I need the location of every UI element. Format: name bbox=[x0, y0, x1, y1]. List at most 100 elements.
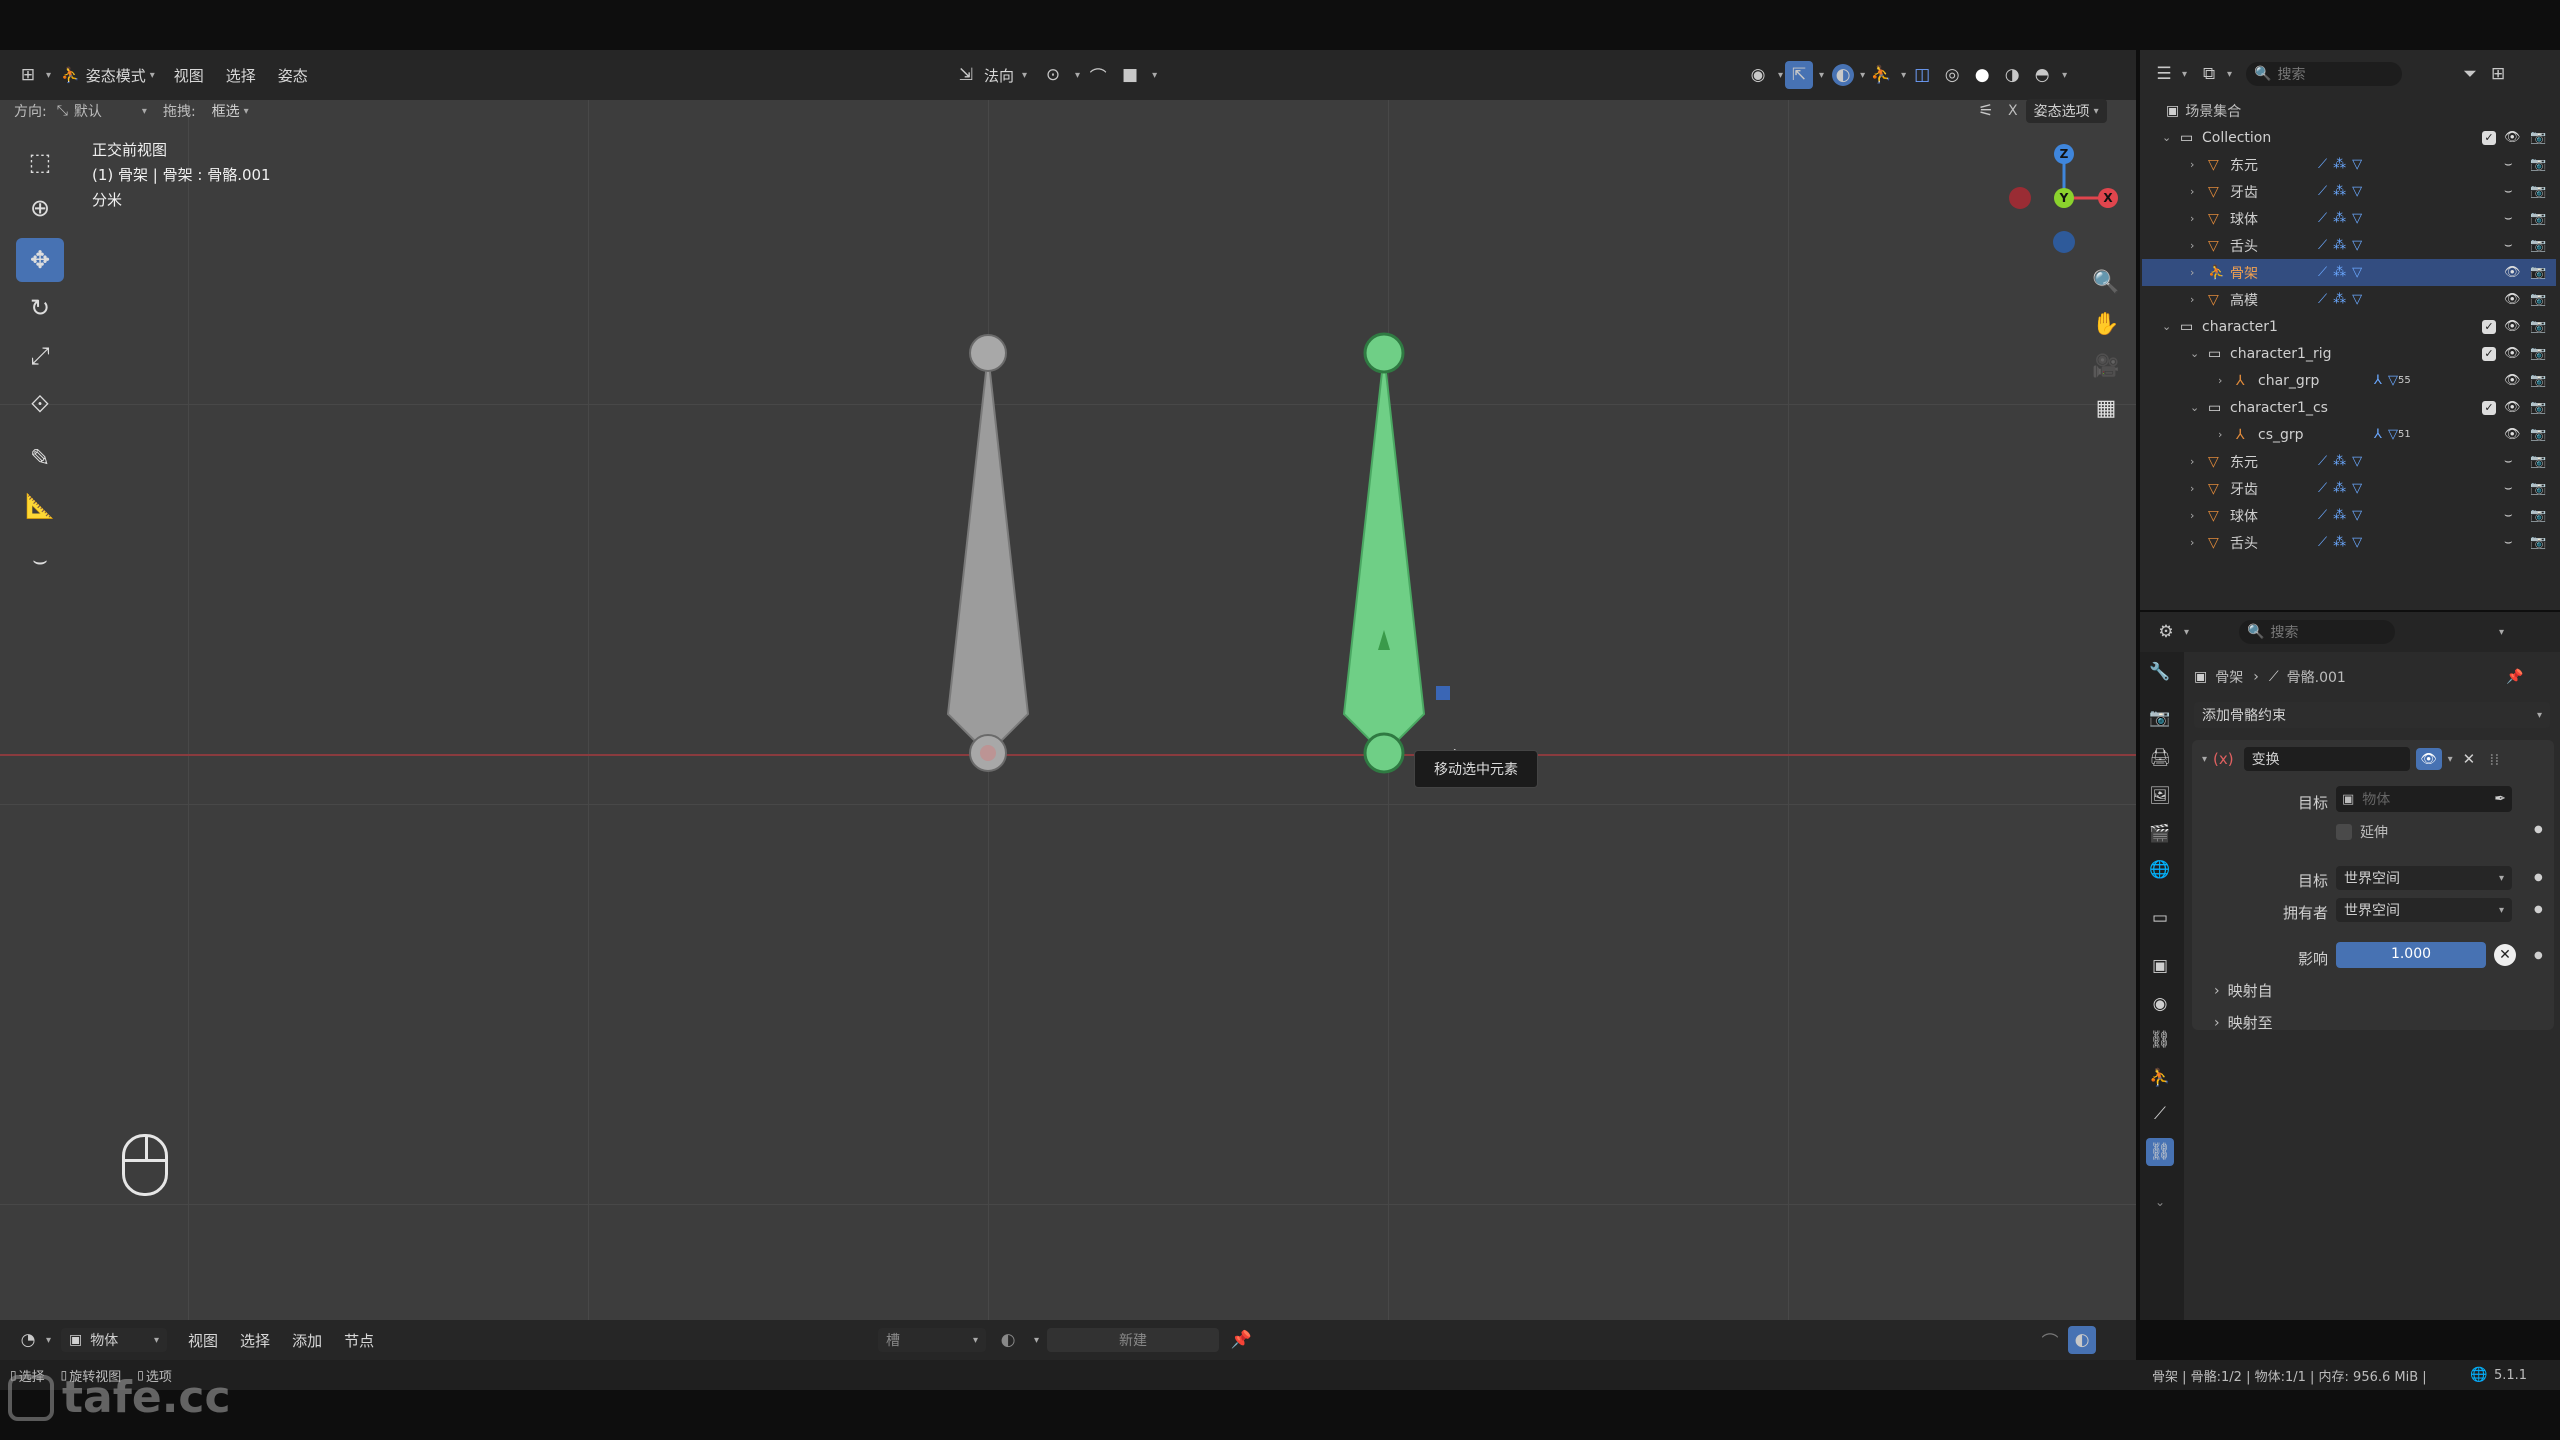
slot-dropdown[interactable]: 槽 ▾ bbox=[878, 1328, 986, 1352]
snap-icon[interactable]: ⌒ bbox=[1084, 61, 1112, 89]
overlay-icon[interactable]: ◐ bbox=[1832, 64, 1855, 86]
add-bone-constraint-dropdown[interactable]: 添加骨骼约束 ▾ bbox=[2194, 702, 2550, 728]
mode-selector[interactable]: ⛹ 姿态模式 ▾ bbox=[61, 65, 155, 86]
outliner-row[interactable]: ⌄ ▭ Collection ✓ 👁 📷 bbox=[2142, 124, 2556, 151]
pan-icon[interactable]: ✋ bbox=[2088, 306, 2124, 342]
camera-icon[interactable]: 📷 bbox=[2530, 508, 2546, 523]
bone-constraint-tab-icon[interactable]: ⛓ bbox=[2146, 1138, 2174, 1166]
transform-icon[interactable]: ⟐ bbox=[16, 382, 64, 426]
camera-icon[interactable]: 📷 bbox=[2530, 238, 2546, 253]
modifier-icons[interactable]: ⟋⁂▽ bbox=[2318, 535, 2368, 550]
xray-icon[interactable]: ◫ bbox=[1908, 61, 1936, 89]
eye-icon[interactable]: ⌣ bbox=[2504, 211, 2513, 226]
pose-options-dropdown[interactable]: 姿态选项 ▾ bbox=[2025, 99, 2107, 123]
eye-icon[interactable]: 👁 bbox=[2415, 748, 2442, 770]
chevron-down-icon[interactable]: ⌄ bbox=[2162, 131, 2171, 144]
shading-material-icon[interactable]: ◑ bbox=[1998, 61, 2026, 89]
eye-icon[interactable]: 👁 bbox=[2504, 373, 2521, 388]
outliner-row[interactable]: ⌄ ▭ character1 ✓ 👁 📷 bbox=[2142, 313, 2556, 340]
camera-icon[interactable]: 📷 bbox=[2530, 481, 2546, 496]
properties-search-input[interactable]: 搜索 bbox=[2270, 622, 2298, 642]
object-tab-icon[interactable]: ▣ bbox=[2146, 952, 2174, 980]
eye-icon[interactable]: 👁 bbox=[2504, 292, 2521, 307]
chevron-down-icon[interactable]: ⌄ bbox=[2190, 401, 2199, 414]
keyframe-dot-icon[interactable]: ● bbox=[2534, 872, 2543, 883]
eye-icon[interactable]: ⌣ bbox=[2504, 238, 2513, 253]
modifier-icons[interactable]: ⟋⁂▽ bbox=[2318, 238, 2368, 253]
node-menu-node[interactable]: 节点 bbox=[333, 1330, 385, 1351]
tool-tab-icon[interactable]: 🔧 bbox=[2146, 658, 2174, 686]
outliner-row[interactable]: › ▽ 舌头 ⟋⁂▽ ⌣ 📷 bbox=[2142, 232, 2556, 259]
chevron-down-icon[interactable]: ⌄ bbox=[2162, 320, 2171, 333]
modifier-icons[interactable]: ⟋⁂▽ bbox=[2318, 292, 2368, 307]
camera-icon[interactable]: 📷 bbox=[2530, 427, 2546, 442]
menu-pose[interactable]: 姿态 bbox=[267, 65, 319, 86]
eyedropper-icon[interactable]: ✒ bbox=[2494, 791, 2506, 807]
modifier-icons[interactable]: ⟋⁂▽ bbox=[2318, 157, 2368, 172]
chevron-right-icon[interactable]: › bbox=[2190, 455, 2194, 468]
node-menu-view[interactable]: 视图 bbox=[177, 1330, 229, 1351]
eye-icon[interactable]: ⌣ bbox=[2504, 454, 2513, 469]
material-browse-icon[interactable]: ◐ bbox=[994, 1326, 1022, 1354]
exclude-checkbox[interactable]: ✓ bbox=[2482, 130, 2496, 145]
annotate-icon[interactable]: ✎ bbox=[16, 436, 64, 480]
snap-target-icon[interactable]: ■ bbox=[1116, 61, 1144, 89]
orientation-value[interactable]: ⤡ 默认 ▾ bbox=[57, 101, 147, 121]
outliner-row[interactable]: › ⛹ 骨架 ⟋⁂▽ 👁 📷 bbox=[2142, 259, 2556, 286]
menu-view[interactable]: 视图 bbox=[163, 65, 215, 86]
eye-icon[interactable]: 👁 bbox=[2504, 265, 2521, 280]
navigation-gizmo[interactable]: Z X Y bbox=[2006, 140, 2126, 260]
target-object-field[interactable]: ▣ 物体 ✒ bbox=[2336, 786, 2512, 812]
camera-icon[interactable]: 📷 bbox=[2530, 184, 2546, 199]
scene-collection-row[interactable]: ▣ 场景集合 bbox=[2166, 98, 2241, 124]
camera-icon[interactable]: 📷 bbox=[2530, 292, 2546, 307]
eye-icon[interactable]: ⌣ bbox=[2504, 535, 2513, 550]
outliner-row[interactable]: › ▽ 球体 ⟋⁂▽ ⌣ 📷 bbox=[2142, 205, 2556, 232]
camera-icon[interactable]: 📷 bbox=[2530, 319, 2546, 334]
eye-icon[interactable]: 👁 bbox=[2504, 346, 2521, 361]
gizmo-x[interactable]: X bbox=[2098, 188, 2118, 208]
outliner-row[interactable]: ⌄ ▭ character1_rig ✓ 👁 📷 bbox=[2142, 340, 2556, 367]
gizmo-z[interactable]: Z bbox=[2054, 144, 2074, 164]
orientation-dropdown[interactable]: 法向 bbox=[984, 65, 1014, 86]
outliner-row[interactable]: › ⅄ char_grp 55 ⅄▽ 👁 📷 bbox=[2142, 367, 2556, 394]
disable-keep-icon[interactable]: ✕ bbox=[2494, 944, 2516, 966]
tabs-scroll-down-icon[interactable]: ⌄ bbox=[2146, 1188, 2174, 1216]
view-layer-tab-icon[interactable]: 🖼 bbox=[2146, 782, 2174, 810]
outliner-search-input[interactable]: 搜索 bbox=[2278, 64, 2306, 84]
eye-icon[interactable]: 👁 bbox=[2504, 427, 2521, 442]
modifier-icons[interactable]: ⟋⁂▽ bbox=[2318, 508, 2368, 523]
camera-icon[interactable]: 📷 bbox=[2530, 373, 2546, 388]
outliner-row[interactable]: › ▽ 高模 ⟋⁂▽ 👁 📷 bbox=[2142, 286, 2556, 313]
keyframe-dot-icon[interactable]: ● bbox=[2534, 950, 2543, 961]
map-to-subpanel[interactable]: › 映射至 bbox=[2214, 1012, 2273, 1033]
bone-tab-icon[interactable]: ⟋ bbox=[2146, 1100, 2174, 1128]
camera-icon[interactable]: 📷 bbox=[2530, 535, 2546, 550]
camera-icon[interactable]: 📷 bbox=[2530, 211, 2546, 226]
modifier-icons[interactable]: ⟋⁂▽ bbox=[2318, 454, 2368, 469]
chevron-right-icon[interactable]: › bbox=[2190, 509, 2194, 522]
modifier-icons[interactable]: ⟋⁂▽ bbox=[2318, 481, 2368, 496]
camera-icon[interactable]: 📷 bbox=[2530, 265, 2546, 280]
modifier-icons[interactable]: ⅄▽ bbox=[2374, 373, 2404, 388]
outliner-row[interactable]: › ▽ 舌头 ⟋⁂▽ ⌣ 📷 bbox=[2142, 529, 2556, 556]
node-menu-add[interactable]: 添加 bbox=[281, 1330, 333, 1351]
camera-icon[interactable]: 📷 bbox=[2530, 130, 2546, 145]
close-icon[interactable]: ✕ bbox=[2463, 750, 2476, 768]
eye-icon[interactable]: 👁 bbox=[2504, 130, 2521, 145]
menu-select[interactable]: 选择 bbox=[215, 65, 267, 86]
collection-tab-icon[interactable]: ▭ bbox=[2146, 904, 2174, 932]
chevron-right-icon[interactable]: › bbox=[2218, 428, 2222, 441]
node-editor-type-icon[interactable]: ◔ bbox=[14, 1326, 42, 1354]
select-box-icon[interactable]: ⬚ bbox=[16, 140, 64, 184]
exclude-checkbox[interactable]: ✓ bbox=[2482, 319, 2496, 334]
chevron-right-icon[interactable]: › bbox=[2218, 374, 2222, 387]
bone-unselected[interactable] bbox=[946, 334, 1030, 772]
overlay-node-icon[interactable]: ◐ bbox=[2068, 1326, 2096, 1354]
pin-icon[interactable]: 📌 bbox=[2506, 669, 2523, 685]
eye-icon[interactable]: ⌣ bbox=[2504, 481, 2513, 496]
outliner-type-icon[interactable]: ☰ bbox=[2150, 60, 2178, 88]
mirror-icon[interactable]: ⚟ bbox=[1972, 97, 2000, 125]
eye-icon[interactable]: ⌣ bbox=[2504, 157, 2513, 172]
keyframe-dot-icon[interactable]: ● bbox=[2534, 904, 2543, 915]
